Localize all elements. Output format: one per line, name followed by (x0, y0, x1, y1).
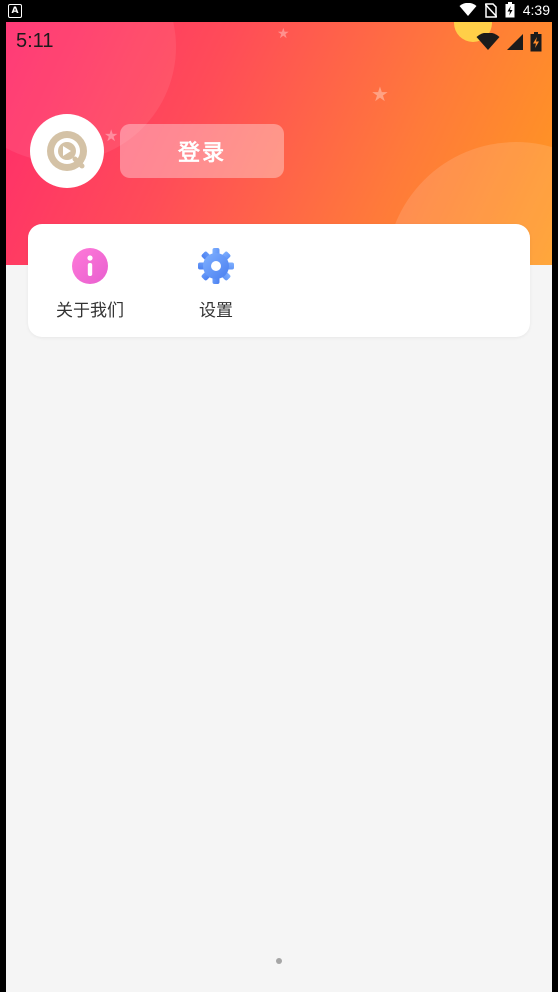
signal-icon (507, 34, 523, 50)
system-status-icons: 4:39 (459, 2, 550, 18)
system-time: 4:39 (522, 2, 550, 18)
system-status-bar: A 4:39 (0, 0, 558, 22)
menu-item-label: 关于我们 (56, 301, 124, 321)
wifi-icon (476, 33, 500, 50)
app-status-time: 5:11 (16, 30, 54, 52)
menu-item-settings[interactable]: 设置 (166, 246, 266, 321)
menu-item-about-us[interactable]: 关于我们 (40, 246, 140, 321)
screen: A 4:39 ★ ★ ★ 5:11 登录 关于我们 设置 (0, 0, 558, 992)
no-sim-icon (484, 2, 497, 18)
page-indicator-dot (276, 958, 282, 964)
star-decoration-icon: ★ (277, 26, 290, 42)
app-logo-icon (47, 131, 87, 171)
menu-item-label: 设置 (199, 301, 233, 321)
wifi-icon (459, 3, 477, 16)
avatar[interactable] (30, 114, 104, 188)
star-decoration-icon: ★ (104, 126, 119, 145)
battery-icon (530, 32, 542, 52)
app-window: ★ ★ ★ 5:11 登录 关于我们 设置 (6, 22, 552, 992)
gear-icon (196, 246, 236, 286)
app-status-icons (476, 32, 542, 52)
notification-badge: A (8, 4, 22, 18)
info-icon (70, 246, 110, 286)
menu-card: 关于我们 设置 (28, 224, 530, 337)
battery-charging-icon (505, 2, 515, 18)
star-decoration-icon: ★ (371, 82, 389, 106)
login-button[interactable]: 登录 (120, 124, 284, 178)
